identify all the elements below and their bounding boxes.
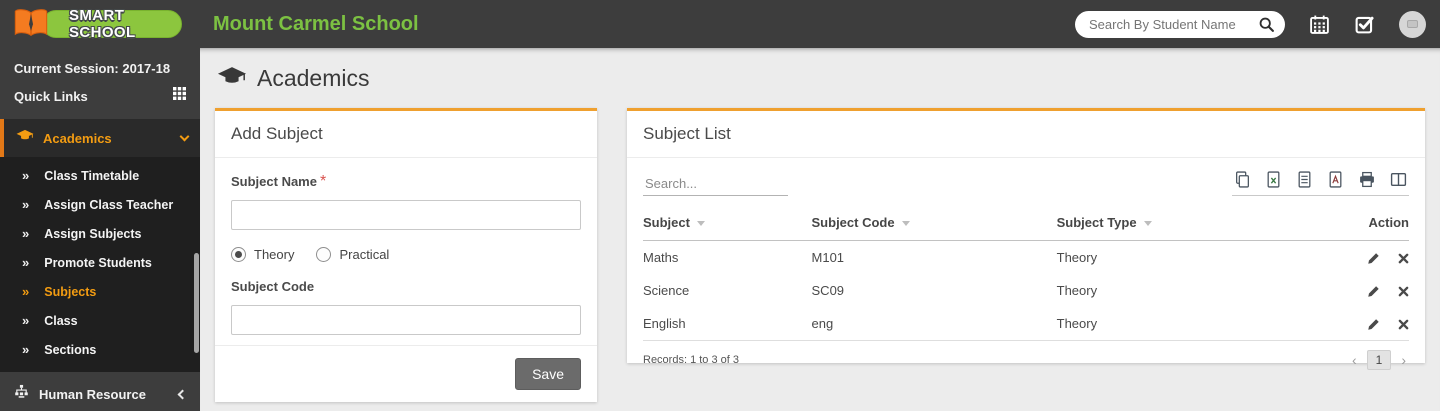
radio-practical[interactable]: Practical bbox=[316, 247, 389, 262]
col-header-subject-code[interactable]: Subject Code bbox=[812, 209, 1057, 241]
column-visibility-icon[interactable] bbox=[1390, 171, 1407, 188]
records-summary: Records: 1 to 3 of 3 bbox=[643, 354, 739, 366]
graduation-cap-icon bbox=[16, 129, 34, 147]
double-angle-icon: » bbox=[22, 255, 29, 270]
table-row: Science SC09 Theory bbox=[643, 274, 1409, 307]
pagination: ‹ 1 › bbox=[1349, 350, 1409, 370]
sidebar-item-class-timetable[interactable]: » Class Timetable bbox=[0, 161, 200, 190]
add-subject-card: Add Subject Subject Name* Theory Pract bbox=[215, 108, 597, 402]
sort-caret-icon bbox=[697, 221, 705, 226]
calendar-icon[interactable] bbox=[1309, 14, 1330, 35]
edit-pencil-icon[interactable] bbox=[1367, 285, 1380, 298]
delete-x-icon[interactable] bbox=[1398, 253, 1409, 264]
export-excel-icon[interactable] bbox=[1265, 171, 1282, 188]
sidebar-item-academics[interactable]: Academics bbox=[0, 119, 200, 157]
sidebar-item-sections[interactable]: » Sections bbox=[0, 335, 200, 364]
subject-name-input[interactable] bbox=[231, 200, 581, 230]
required-asterisk: * bbox=[320, 173, 326, 190]
col-header-action: Action bbox=[1332, 209, 1409, 241]
sitemap-icon bbox=[14, 384, 29, 404]
avatar-emblem bbox=[1407, 20, 1418, 28]
double-angle-icon: » bbox=[22, 342, 29, 357]
double-angle-icon: » bbox=[22, 168, 29, 183]
page-title: Academics bbox=[257, 65, 369, 92]
add-subject-title: Add Subject bbox=[215, 111, 597, 158]
school-name: Mount Carmel School bbox=[213, 13, 419, 36]
edit-pencil-icon[interactable] bbox=[1367, 252, 1380, 265]
session-block: Current Session: 2017-18 Quick Links bbox=[0, 48, 200, 116]
save-button[interactable]: Save bbox=[515, 358, 581, 390]
subject-type-radio-group: Theory Practical bbox=[231, 247, 581, 262]
col-header-subject[interactable]: Subject bbox=[643, 209, 812, 241]
sidebar: Current Session: 2017-18 Quick Links bbox=[0, 48, 200, 411]
user-avatar[interactable] bbox=[1399, 11, 1426, 38]
quick-links[interactable]: Quick Links bbox=[14, 87, 186, 105]
sort-caret-icon bbox=[902, 221, 910, 226]
sidebar-item-promote-students[interactable]: » Promote Students bbox=[0, 248, 200, 277]
radio-theory[interactable]: Theory bbox=[231, 247, 294, 262]
grid-icon bbox=[173, 87, 186, 105]
export-copy-icon[interactable] bbox=[1234, 171, 1251, 188]
pagination-page-1[interactable]: 1 bbox=[1367, 350, 1392, 370]
tasks-check-icon[interactable] bbox=[1354, 14, 1375, 35]
header-actions bbox=[1075, 11, 1440, 38]
subject-code-input[interactable] bbox=[231, 305, 581, 335]
sidebar-item-assign-subjects[interactable]: » Assign Subjects bbox=[0, 219, 200, 248]
logo-pill: SMART SCHOOL bbox=[42, 10, 182, 38]
export-csv-icon[interactable] bbox=[1296, 171, 1313, 188]
page-title-row: Academics bbox=[217, 65, 1425, 92]
sidebar-item-subjects[interactable]: » Subjects bbox=[0, 277, 200, 306]
chevron-left-icon bbox=[178, 389, 188, 399]
app-logo[interactable]: SMART SCHOOL bbox=[12, 7, 182, 41]
double-angle-icon: » bbox=[22, 197, 29, 212]
sidebar-scrollbar-thumb[interactable] bbox=[194, 253, 199, 353]
sidebar-item-assign-class-teacher[interactable]: » Assign Class Teacher bbox=[0, 190, 200, 219]
subject-name-label: Subject Name bbox=[231, 174, 317, 189]
edit-pencil-icon[interactable] bbox=[1367, 318, 1380, 331]
delete-x-icon[interactable] bbox=[1398, 286, 1409, 297]
radio-circle-checked[interactable] bbox=[231, 247, 246, 262]
subject-code-label: Subject Code bbox=[231, 279, 314, 294]
double-angle-icon: » bbox=[22, 284, 29, 299]
graduation-cap-icon bbox=[217, 66, 247, 92]
sidebar-item-class[interactable]: » Class bbox=[0, 306, 200, 335]
col-header-subject-type[interactable]: Subject Type bbox=[1057, 209, 1333, 241]
radio-circle-unchecked[interactable] bbox=[316, 247, 331, 262]
double-angle-icon: » bbox=[22, 226, 29, 241]
subject-list-title: Subject List bbox=[627, 111, 1425, 158]
student-search-box bbox=[1075, 11, 1285, 38]
student-search-input[interactable] bbox=[1089, 17, 1258, 32]
main-content: Academics Add Subject Subject Name* Theo… bbox=[200, 48, 1440, 411]
print-icon[interactable] bbox=[1358, 171, 1376, 188]
search-icon[interactable] bbox=[1258, 16, 1275, 33]
double-angle-icon: » bbox=[22, 313, 29, 328]
logo-zone: SMART SCHOOL bbox=[0, 0, 200, 48]
pagination-next-icon[interactable]: › bbox=[1398, 352, 1409, 368]
logo-text: SMART SCHOOL bbox=[69, 7, 181, 41]
table-row: English eng Theory bbox=[643, 307, 1409, 341]
current-session-label: Current Session: 2017-18 bbox=[14, 61, 186, 76]
sort-caret-icon bbox=[1144, 221, 1152, 226]
top-header: SMART SCHOOL Mount Carmel School bbox=[0, 0, 1440, 48]
sidebar-item-label: Academics bbox=[43, 131, 112, 146]
pagination-prev-icon[interactable]: ‹ bbox=[1349, 352, 1360, 368]
subject-list-card: Subject List bbox=[627, 108, 1425, 363]
sidebar-item-label: Human Resource bbox=[39, 387, 146, 402]
quick-links-label: Quick Links bbox=[14, 89, 88, 104]
chevron-down-icon bbox=[180, 132, 190, 142]
delete-x-icon[interactable] bbox=[1398, 319, 1409, 330]
academics-submenu: » Class Timetable » Assign Class Teacher… bbox=[0, 157, 200, 372]
export-pdf-icon[interactable] bbox=[1327, 171, 1344, 188]
open-book-icon bbox=[12, 7, 50, 44]
table-row: Maths M101 Theory bbox=[643, 241, 1409, 275]
sidebar-item-human-resource[interactable]: Human Resource bbox=[0, 372, 200, 411]
table-search-input[interactable] bbox=[643, 172, 788, 196]
subject-table: Subject Subject Code Subject Type Action… bbox=[643, 209, 1409, 341]
export-toolbar bbox=[1232, 171, 1409, 196]
